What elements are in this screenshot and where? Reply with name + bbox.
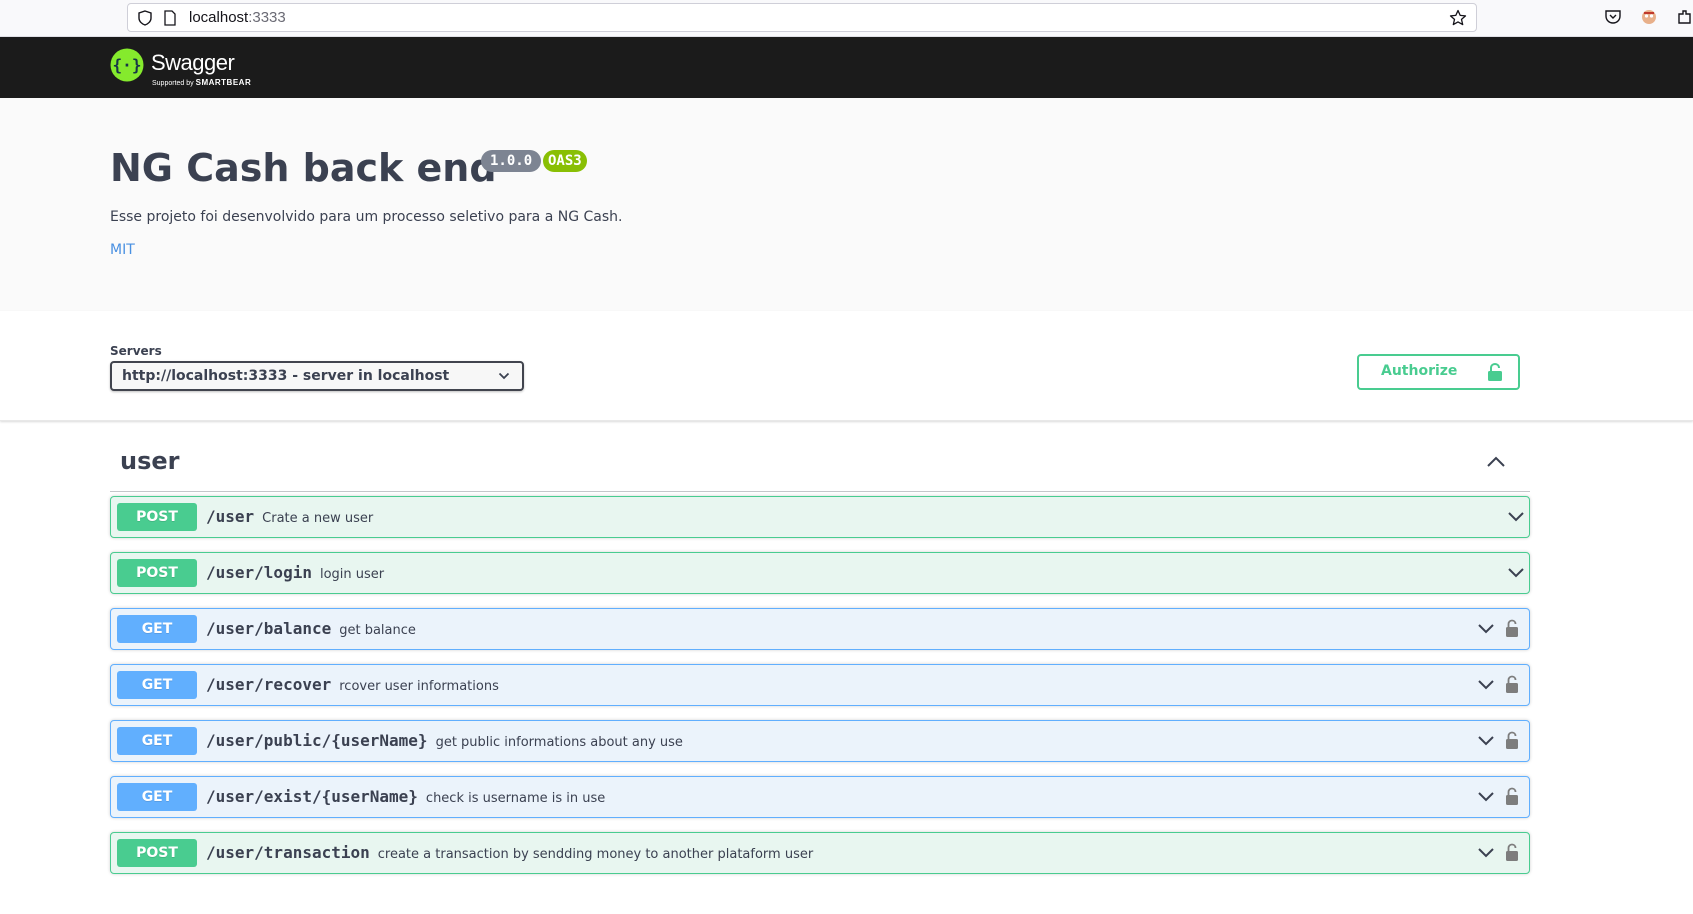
url-host: localhost [189, 9, 249, 26]
api-title: NG Cash back end [110, 146, 497, 190]
api-info-section: NG Cash back end 1.0.0 OAS3 Esse projeto… [0, 98, 1693, 311]
pocket-icon[interactable] [1604, 8, 1622, 26]
logo-sub-brand: SMARTBEAR [195, 78, 252, 87]
servers-selected-value: http://localhost:3333 - server in localh… [122, 368, 450, 384]
swagger-logo-text[interactable]: Swagger [151, 50, 235, 76]
method-badge: POST [117, 839, 197, 867]
operation-path: /user/public/{userName} get public inform… [206, 731, 683, 750]
url-text[interactable]: localhost:3333 [189, 9, 286, 26]
authorize-button[interactable]: Authorize [1357, 354, 1520, 390]
operation-row[interactable]: POST/user Crate a new user [110, 496, 1530, 538]
swagger-topbar: {·} Swagger Supported by SMARTBEAR [0, 37, 1693, 98]
operation-path: /user Crate a new user [206, 507, 373, 526]
lock-icon[interactable] [1505, 787, 1519, 806]
api-description: Esse projeto foi desenvolvido para um pr… [110, 209, 623, 225]
servers-section: Servers http://localhost:3333 - server i… [0, 311, 1693, 421]
operation-path: /user/login login user [206, 563, 384, 582]
extensions-puzzle-icon[interactable] [1676, 8, 1693, 26]
operation-summary: rcover user informations [339, 679, 499, 694]
version-badge: 1.0.0 [481, 150, 542, 172]
lock-icon[interactable] [1505, 731, 1519, 750]
chevron-down-icon[interactable] [1477, 679, 1495, 691]
swagger-logo-icon[interactable]: {·} [110, 48, 144, 82]
browser-toolbar: localhost:3333 [0, 0, 1693, 37]
unlocked-icon [1488, 362, 1502, 381]
operation-path-text: /user/balance [206, 619, 332, 638]
operation-row[interactable]: GET/user/recover rcover user informations [110, 664, 1530, 706]
chevron-down-icon[interactable] [1477, 623, 1495, 635]
svg-text:{·}: {·} [113, 56, 142, 75]
operation-summary: get balance [339, 623, 416, 638]
lock-icon[interactable] [1505, 843, 1519, 862]
operation-path: /user/balance get balance [206, 619, 416, 638]
operation-path-text: /user/transaction [206, 843, 370, 862]
servers-dropdown[interactable]: http://localhost:3333 - server in localh… [110, 361, 524, 391]
chevron-down-icon[interactable] [1477, 791, 1495, 803]
chevron-down-icon[interactable] [1507, 511, 1525, 523]
lock-icon[interactable] [1505, 619, 1519, 638]
operation-row[interactable]: GET/user/exist/{userName} check is userna… [110, 776, 1530, 818]
operation-summary: create a transaction by sendding money t… [377, 847, 814, 862]
method-badge: GET [117, 615, 197, 643]
chevron-down-icon[interactable] [1507, 567, 1525, 579]
operation-row[interactable]: GET/user/balance get balance [110, 608, 1530, 650]
operation-path-text: /user/exist/{userName} [206, 787, 418, 806]
method-badge: GET [117, 783, 197, 811]
license-link[interactable]: MIT [110, 242, 135, 258]
operation-summary: get public informations about any use [435, 735, 683, 750]
method-badge: GET [117, 727, 197, 755]
chevron-down-icon[interactable] [1477, 735, 1495, 747]
operation-path: /user/exist/{userName} check is username … [206, 787, 605, 806]
operation-summary: Crate a new user [262, 511, 374, 526]
extension-icon[interactable] [1640, 8, 1658, 26]
page-icon [164, 10, 176, 26]
operation-row[interactable]: POST/user/login login user [110, 552, 1530, 594]
operation-summary: check is username is in use [425, 791, 606, 806]
operation-summary: login user [319, 567, 385, 582]
method-badge: GET [117, 671, 197, 699]
tracking-shield-icon[interactable] [137, 10, 153, 26]
url-port: :3333 [248, 9, 286, 26]
operation-path: /user/transaction create a transaction by… [206, 843, 813, 862]
chevron-down-icon[interactable] [1477, 847, 1495, 859]
chevron-down-icon [498, 372, 510, 380]
method-badge: POST [117, 559, 197, 587]
operation-path: /user/recover rcover user informations [206, 675, 499, 694]
oas-badge: OAS3 [543, 150, 587, 172]
operation-path-text: /user/recover [206, 675, 332, 694]
operation-row[interactable]: GET/user/public/{userName} get public inf… [110, 720, 1530, 762]
operation-row[interactable]: POST/user/transaction create a transactio… [110, 832, 1530, 874]
operation-path-text: /user/login [206, 563, 312, 582]
servers-label: Servers [110, 344, 162, 358]
operation-path-text: /user [206, 507, 255, 526]
operation-path-text: /user/public/{userName} [206, 731, 428, 750]
chevron-up-icon[interactable] [1486, 455, 1506, 469]
tag-name: user [120, 447, 180, 475]
address-bar[interactable]: localhost:3333 [127, 3, 1477, 32]
method-badge: POST [117, 503, 197, 531]
authorize-label: Authorize [1381, 363, 1458, 379]
bookmark-star-icon[interactable] [1449, 9, 1467, 27]
logo-sub-prefix: Supported by [152, 80, 194, 87]
tag-section-header[interactable]: user [110, 440, 1530, 492]
lock-icon[interactable] [1505, 675, 1519, 694]
swagger-logo-subtitle: Supported by SMARTBEAR [152, 78, 251, 87]
